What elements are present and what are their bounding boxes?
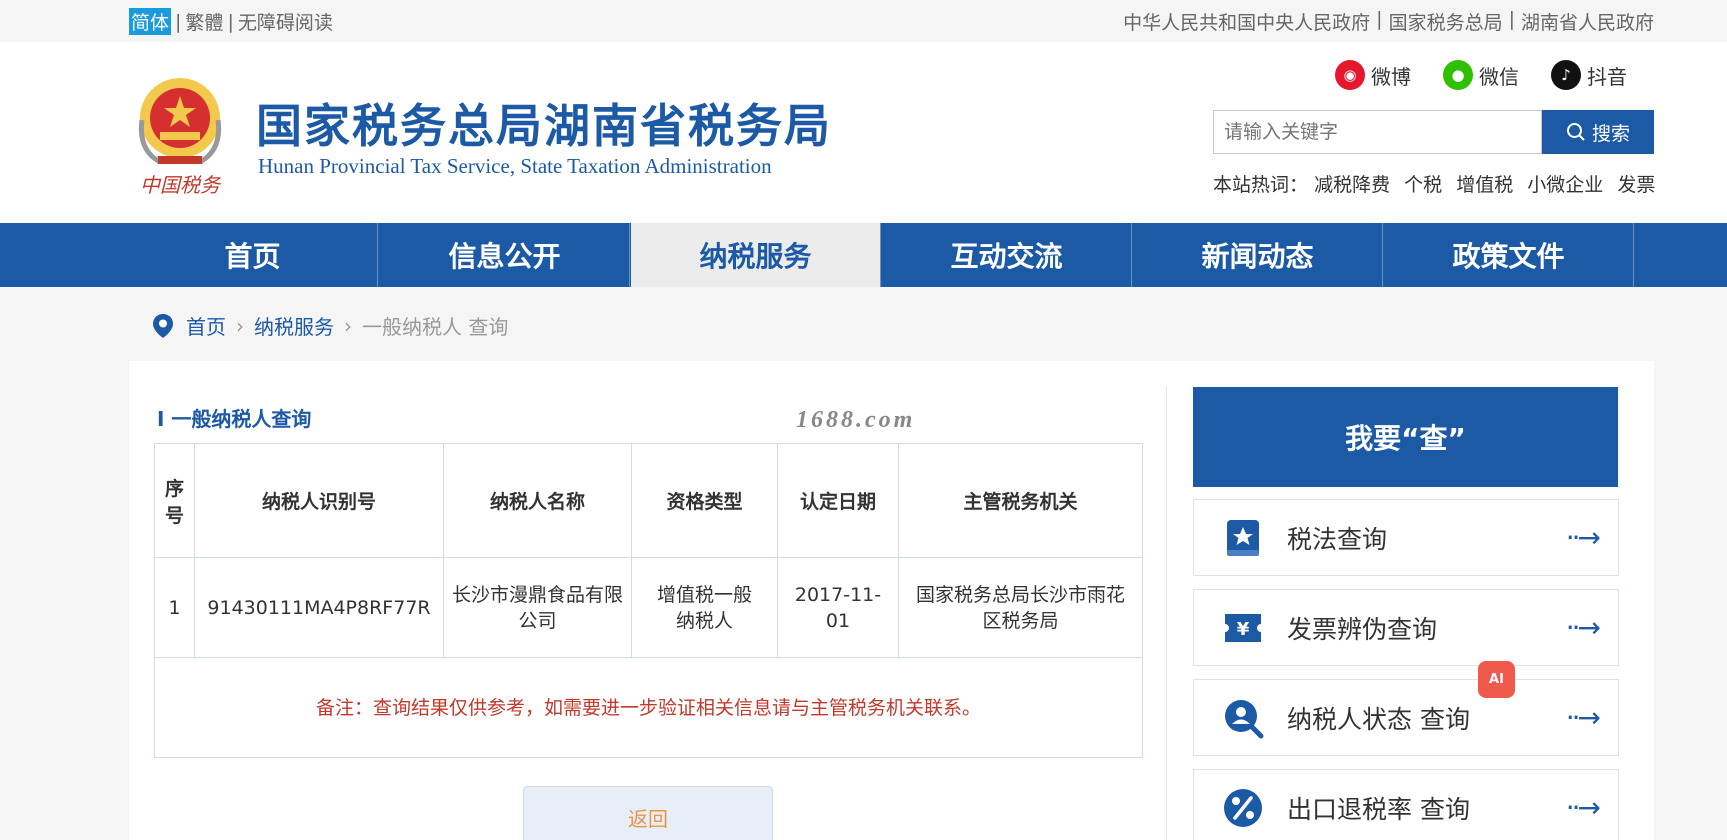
location-pin-icon <box>153 313 173 338</box>
cell-taxpayer-id: 91430111MA4P8RF77R <box>194 557 444 658</box>
sidebar-card-taxpayer-status[interactable]: 纳税人状态 查询 ··→ <box>1193 679 1619 756</box>
hotword-link[interactable]: 增值税 <box>1456 174 1513 196</box>
lang-traditional-link[interactable]: 繁體 <box>185 8 223 35</box>
arrow-right-icon: ··→ <box>1565 521 1601 554</box>
card-label: 发票辨伪查询 <box>1287 614 1438 644</box>
card-label: 出口退税率 查询 <box>1287 794 1470 824</box>
search-button[interactable]: 搜索 <box>1542 110 1654 154</box>
cell-index: 1 <box>154 557 195 658</box>
douyin-link[interactable]: ♪ 抖音 <box>1551 60 1627 90</box>
col-header-taxpayer-id: 纳税人识别号 <box>194 443 444 558</box>
wechat-icon: ● <box>1443 60 1473 90</box>
col-header-authority: 主管税务机关 <box>898 443 1143 558</box>
hotword-link[interactable]: 减税降费 <box>1314 174 1390 196</box>
result-table: 序号 纳税人识别号 纳税人名称 资格类型 认定日期 主管税务机关 1 91430… <box>154 443 1143 758</box>
accessible-reading-link[interactable]: 无障碍阅读 <box>238 8 333 35</box>
main-nav: 首页 信息公开 纳税服务 互动交流 新闻动态 政策文件 <box>0 223 1727 287</box>
search-icon <box>1566 123 1585 141</box>
breadcrumb-current: 一般纳税人 查询 <box>362 315 509 339</box>
book-star-icon <box>1227 519 1259 556</box>
percent-icon <box>1224 788 1262 827</box>
hotword-link[interactable]: 小微企业 <box>1527 174 1603 196</box>
sidebar-heading: 我要“查” <box>1193 387 1618 487</box>
sidebar-card-tax-law[interactable]: 税法查询 ··→ <box>1193 499 1619 576</box>
cell-authority: 国家税务总局长沙市雨花区税务局 <box>898 557 1143 658</box>
hotword-link[interactable]: 发票 <box>1617 174 1655 196</box>
cell-date: 2017-11-01 <box>777 557 899 658</box>
person-search-icon <box>1225 699 1264 738</box>
central-gov-link[interactable]: 中华人民共和国中央人民政府 <box>1123 8 1370 35</box>
cell-qualification: 增值税一般纳税人 <box>631 557 778 658</box>
separator: | <box>175 10 182 33</box>
weibo-icon: ◉ <box>1335 60 1365 90</box>
nav-item-home[interactable]: 首页 <box>128 223 378 287</box>
language-switcher: 简体 | 繁體 | 无障碍阅读 <box>129 8 333 35</box>
separator: | <box>1508 8 1515 30</box>
douyin-label: 抖音 <box>1587 64 1627 89</box>
card-label: 纳税人状态 查询 <box>1287 704 1470 734</box>
chevron-right-icon: › <box>236 313 244 338</box>
sta-link[interactable]: 国家税务总局 <box>1389 8 1503 35</box>
back-button[interactable]: 返回 <box>523 786 773 840</box>
hotword-link[interactable]: 个税 <box>1404 174 1442 196</box>
table-header-row: 序号 纳税人识别号 纳税人名称 资格类型 认定日期 主管税务机关 <box>154 443 1143 558</box>
sidebar-card-export-rebate[interactable]: 出口退税率 查询 ··→ <box>1193 769 1619 840</box>
weibo-label: 微博 <box>1371 64 1411 89</box>
nav-item-info-disclosure[interactable]: 信息公开 <box>380 223 630 287</box>
nav-item-news[interactable]: 新闻动态 <box>1133 223 1383 287</box>
lang-simplified-link[interactable]: 简体 <box>129 8 172 35</box>
hunan-gov-link[interactable]: 湖南省人民政府 <box>1521 8 1654 35</box>
cell-taxpayer-name: 长沙市漫鼎食品有限公司 <box>443 557 632 658</box>
breadcrumb-tax-service[interactable]: 纳税服务 <box>254 311 334 340</box>
arrow-right-icon: ··→ <box>1565 701 1601 734</box>
separator: | <box>227 10 234 33</box>
ai-assistant-button[interactable]: AI <box>1478 661 1515 698</box>
gov-links: 中华人民共和国中央人民政府 | 国家税务总局 | 湖南省人民政府 <box>1123 8 1654 35</box>
table-note-row: 备注：查询结果仅供参考，如需要进一步验证相关信息请与主管税务机关联系。 <box>154 657 1143 758</box>
weibo-link[interactable]: ◉ 微博 <box>1335 60 1411 90</box>
nav-item-policy[interactable]: 政策文件 <box>1384 223 1634 287</box>
wechat-label: 微信 <box>1479 64 1519 89</box>
separator: | <box>1376 8 1383 30</box>
site-subtitle: Hunan Provincial Tax Service, State Taxa… <box>258 154 772 178</box>
table-note: 备注：查询结果仅供参考，如需要进一步验证相关信息请与主管税务机关联系。 <box>154 657 1143 758</box>
svg-text:¥: ¥ <box>1237 619 1250 640</box>
hotwords-label: 本站热词： <box>1213 174 1309 196</box>
arrow-right-icon: ··→ <box>1565 611 1601 644</box>
card-label: 税法查询 <box>1287 524 1388 554</box>
table-row: 1 91430111MA4P8RF77R 长沙市漫鼎食品有限公司 增值税一般纳税… <box>154 557 1143 658</box>
arrow-right-icon: ··→ <box>1565 791 1601 824</box>
watermark: 1688.com <box>796 407 916 433</box>
breadcrumb-home[interactable]: 首页 <box>186 311 226 340</box>
douyin-icon: ♪ <box>1551 60 1581 90</box>
sidebar-card-invoice-verify[interactable]: ¥ 发票辨伪查询 ··→ <box>1193 589 1619 666</box>
col-header-qualification: 资格类型 <box>631 443 778 558</box>
nav-item-tax-service[interactable]: 纳税服务 <box>631 223 881 287</box>
divider <box>1166 386 1167 840</box>
col-header-index: 序号 <box>154 443 195 558</box>
col-header-date: 认定日期 <box>777 443 899 558</box>
search-input[interactable] <box>1213 110 1542 154</box>
breadcrumb: 首页 › 纳税服务 › 一般纳税人 查询 <box>152 311 508 340</box>
emblem-text: 中国税务 <box>140 175 222 197</box>
wechat-link[interactable]: ● 微信 <box>1443 60 1519 90</box>
top-utility-bar: 简体 | 繁體 | 无障碍阅读 中华人民共和国中央人民政府 | 国家税务总局 |… <box>0 0 1727 42</box>
national-emblem-logo[interactable]: 中国税务 <box>130 70 230 200</box>
site-title[interactable]: 国家税务总局湖南省税务局 <box>256 90 832 156</box>
search-button-label: 搜索 <box>1591 122 1630 145</box>
section-title: I 一般纳税人查询 <box>157 407 312 431</box>
hotwords: 本站热词： 减税降费 个税 增值税 小微企业 发票 <box>1213 170 1663 197</box>
site-header: 中国税务 国家税务总局湖南省税务局 Hunan Provincial Tax S… <box>0 42 1727 223</box>
chevron-right-icon: › <box>344 313 352 338</box>
invoice-ticket-icon: ¥ <box>1225 613 1261 642</box>
col-header-taxpayer-name: 纳税人名称 <box>443 443 632 558</box>
nav-item-interaction[interactable]: 互动交流 <box>882 223 1132 287</box>
